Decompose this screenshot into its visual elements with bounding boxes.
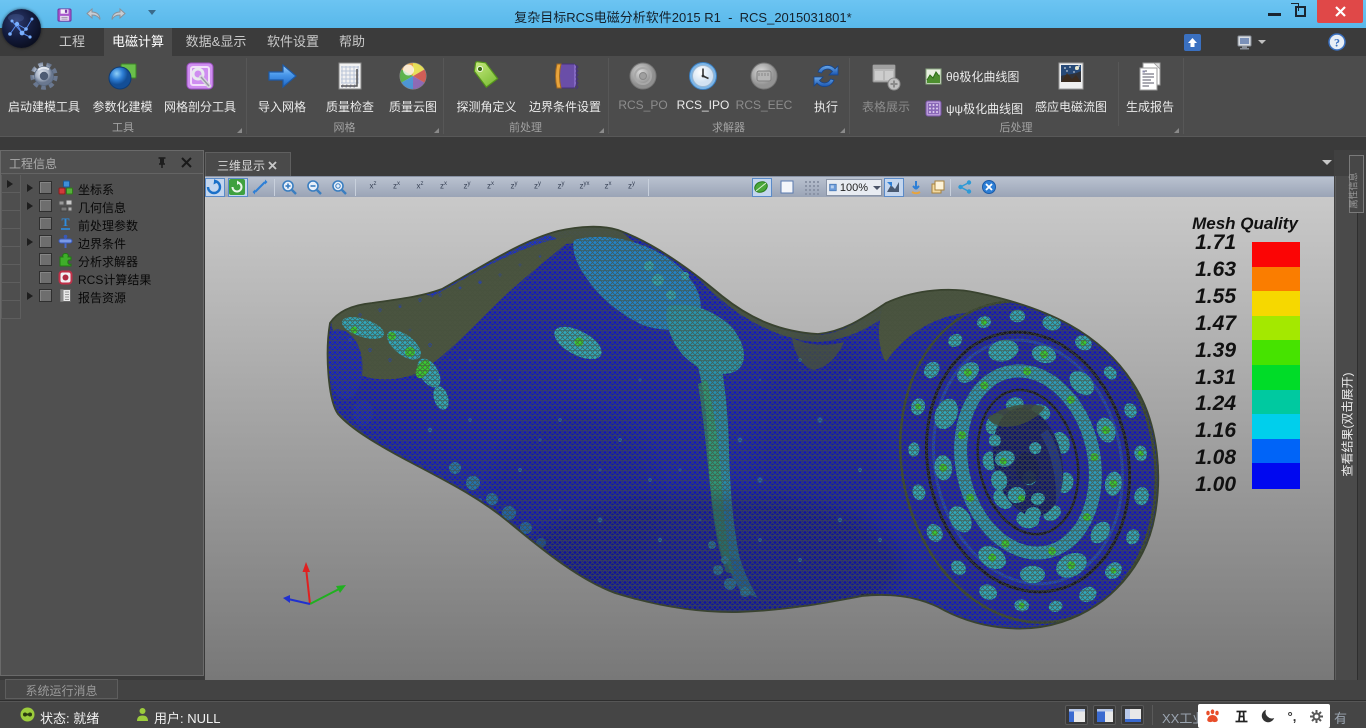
- svg-text:T: T: [61, 216, 69, 229]
- svg-text:?: ?: [1334, 36, 1340, 50]
